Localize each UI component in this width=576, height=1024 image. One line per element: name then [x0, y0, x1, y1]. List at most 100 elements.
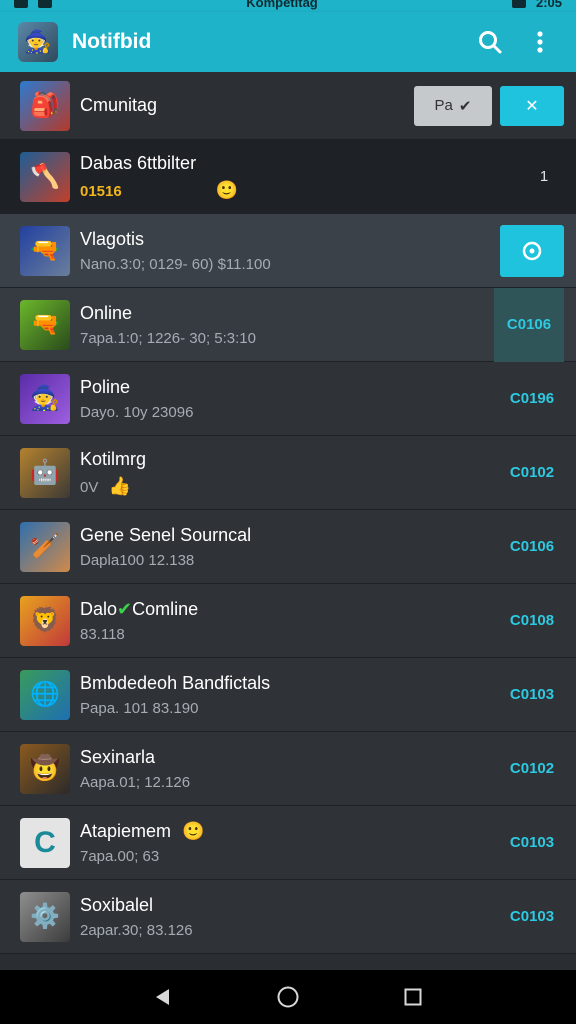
item-title-text: Atapiemem	[80, 820, 172, 841]
app-title: Notifbid	[72, 30, 152, 53]
item-title: Gene Senel Sourncal	[80, 524, 252, 545]
game-icon: 🪓	[30, 163, 60, 190]
item-value-box: C0106	[494, 287, 564, 362]
item-title: Kotilmrg	[80, 448, 147, 469]
item-subtitle: 83.118	[80, 625, 125, 643]
back-button[interactable]	[143, 977, 183, 1017]
game-icon: 🤖	[30, 459, 60, 486]
notification-icon	[38, 0, 52, 8]
item-value: C0108	[509, 612, 555, 629]
search-icon	[479, 31, 502, 54]
smiley-icon: 🙂	[182, 820, 205, 841]
item-value: C0103	[509, 834, 555, 851]
item-thumbnail: 🤠	[20, 743, 70, 794]
check-icon: ✔	[117, 598, 133, 619]
coin-value: 01516	[80, 182, 122, 200]
item-title-suffix: Comline	[132, 598, 199, 619]
system-nav-bar	[0, 970, 576, 1024]
game-icon: 🏏	[30, 533, 60, 560]
notification-icon	[14, 0, 28, 8]
list-item[interactable]: C Atapiemem 🙂 7apa.00; 63 C0103	[0, 806, 576, 880]
item-subtitle: 01516 🙂	[80, 180, 524, 201]
list-header-row[interactable]: 🎒 Cmunitag Pa ✔ ✕	[0, 72, 576, 140]
header-title: Cmunitag	[80, 95, 158, 115]
home-button[interactable]	[268, 977, 308, 1017]
item-texts: Bmbdedeoh Bandfictals Papa. 101 83.190	[80, 673, 500, 717]
recents-button[interactable]	[393, 977, 433, 1017]
item-value: C0103	[509, 686, 555, 703]
item-subtitle: Aapa.01; 12.126	[80, 773, 191, 791]
status-bar: Kompetitag 2:05	[0, 0, 576, 12]
search-button[interactable]	[472, 24, 508, 60]
item-thumbnail: 🔫	[20, 225, 70, 276]
item-value: C0103	[509, 908, 555, 925]
item-title-text: Dalo	[80, 598, 118, 619]
list-item[interactable]: 🔫 Online 7apa.1:0; 1226- 30; 5:3:10 C010…	[0, 287, 576, 362]
list-item[interactable]: 🧙 Poline Dayo. 10y 23096 C0196	[0, 362, 576, 436]
item-subtitle: 7apa.1:0; 1226- 30; 5:3:10	[80, 329, 256, 347]
item-texts: Dabas 6ttbilter 01516 🙂	[80, 153, 524, 201]
game-icon: 🌐	[30, 681, 60, 708]
item-title: Soxibalel	[80, 894, 154, 915]
wifi-icon	[511, 0, 526, 8]
status-center-text: Kompetitag	[246, 0, 318, 10]
item-texts: Online 7apa.1:0; 1226- 30; 5:3:10	[80, 303, 494, 347]
list-item[interactable]: 🔫 Vlagotis Nano.3:0; 0129- 60) $11.100	[0, 214, 576, 288]
list-item[interactable]: ⚙️ Soxibalel 2apar.30; 83.126 C0103	[0, 880, 576, 954]
app-bar: 🧙 Notifbid	[0, 12, 576, 72]
status-time: 2:05	[535, 0, 562, 10]
list-item[interactable]: 🤠 Sexinarla Aapa.01; 12.126 C0102	[0, 732, 576, 806]
target-icon	[522, 241, 542, 260]
item-texts: Dalo✔Comline 83.118	[80, 599, 500, 643]
item-value: C0102	[509, 760, 555, 777]
item-title: Dabas 6ttbilter	[80, 152, 197, 173]
item-texts: Kotilmrg 0V 👍	[80, 449, 500, 497]
item-thumbnail: 🧙	[20, 373, 70, 424]
game-icon: 🔫	[30, 311, 60, 338]
dismiss-button[interactable]: ✕	[500, 85, 564, 126]
mark-read-button[interactable]: Pa ✔	[414, 85, 492, 126]
item-subtitle: Dapla100 12.138	[80, 551, 195, 569]
item-value: C0106	[509, 538, 555, 555]
game-icon: 🧙	[30, 385, 60, 412]
item-thumbnail: 🪓	[20, 151, 70, 202]
item-subtitle: 7apa.00; 63	[80, 847, 160, 865]
item-texts: Poline Dayo. 10y 23096	[80, 377, 500, 421]
item-value: C0106	[506, 316, 552, 333]
game-icon: 🦁	[30, 607, 60, 634]
list-item[interactable]: 🪓 Dabas 6ttbilter 01516 🙂 1	[0, 140, 576, 214]
item-title: Bmbdedeoh Bandfictals	[80, 672, 271, 693]
header-thumbnail: 🎒	[20, 80, 70, 131]
more-vert-icon	[537, 31, 543, 53]
list-item[interactable]: 🦁 Dalo✔Comline 83.118 C0108	[0, 584, 576, 658]
back-icon	[155, 989, 169, 1005]
item-texts: Sexinarla Aapa.01; 12.126	[80, 747, 500, 791]
item-title: Poline	[80, 376, 131, 397]
item-title: Sexinarla	[80, 746, 156, 767]
item-count: 1	[539, 168, 549, 185]
list-item[interactable]: 🏏 Gene Senel Sourncal Dapla100 12.138 C0…	[0, 510, 576, 584]
item-thumbnail: 🌐	[20, 669, 70, 720]
list-item[interactable]: 🤖 Kotilmrg 0V 👍 C0102	[0, 436, 576, 510]
more-options-button[interactable]	[522, 24, 558, 60]
game-icon: 🤠	[30, 755, 60, 782]
gear-icon: ⚙️	[30, 903, 60, 930]
item-subtitle: 0V 👍	[80, 476, 500, 497]
notification-list: 🎒 Cmunitag Pa ✔ ✕ 🪓 Dabas 6ttbilter 0151…	[0, 72, 576, 970]
item-thumbnail: C	[20, 817, 70, 868]
item-texts: Gene Senel Sourncal Dapla100 12.138	[80, 525, 500, 569]
item-thumbnail: 🤖	[20, 447, 70, 498]
mark-read-label: Pa	[434, 97, 453, 114]
item-thumbnail: 🦁	[20, 595, 70, 646]
item-title: Vlagotis	[80, 228, 145, 249]
item-title: Atapiemem 🙂	[80, 821, 500, 842]
header-texts: Cmunitag	[80, 95, 414, 116]
item-subtitle-text: 0V	[80, 478, 99, 496]
item-value: C0102	[509, 464, 555, 481]
list-item[interactable]: 🌐 Bmbdedeoh Bandfictals Papa. 101 83.190…	[0, 658, 576, 732]
item-texts: Soxibalel 2apar.30; 83.126	[80, 895, 500, 939]
home-icon	[277, 986, 299, 1008]
status-right: 2:05	[511, 0, 562, 10]
item-action-button[interactable]	[500, 224, 564, 277]
item-thumbnail: 🔫	[20, 299, 70, 350]
